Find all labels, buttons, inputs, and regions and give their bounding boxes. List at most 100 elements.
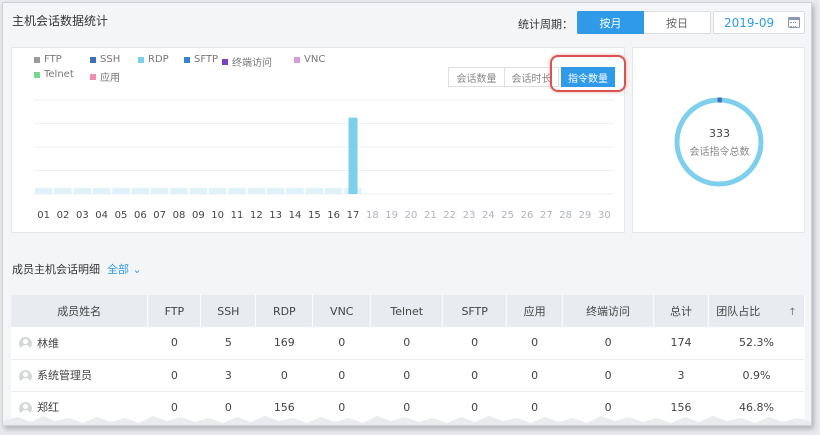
ring-total-value: 333 — [709, 127, 730, 140]
x-tick-label: 03 — [76, 210, 89, 221]
avatar-icon — [19, 337, 32, 351]
table-cell: 169 — [255, 327, 313, 360]
table-cell: 3 — [200, 359, 256, 392]
x-tick-label: 09 — [192, 210, 205, 221]
table-header-row: 成员姓名 FTP SSH RDP VNC Telnet SFTP 应用 终端访问… — [11, 295, 806, 327]
chart-panel: FTP SSH RDP SFTP 终端访问 VNC Telnet 应用 会话数量 会话时长 指… — [11, 47, 626, 233]
col-ftp: FTP — [147, 295, 202, 327]
x-tick-label: 10 — [211, 210, 224, 221]
table-cell: 0 — [370, 359, 443, 392]
col-team-ratio-label: 团队占比 — [716, 305, 761, 318]
total-ring-chart — [674, 97, 764, 187]
bar-base-16 — [325, 188, 343, 194]
member-name-cell: 林维 — [11, 327, 148, 360]
table-cell: 0 — [370, 327, 443, 360]
page-title: 主机会话数据统计 — [12, 14, 109, 28]
ring-total-label: 会话指令总数 — [689, 147, 750, 158]
member-name-cell: 系统管理员 — [11, 359, 148, 392]
app-window: 主机会话数据统计 统计周期： 按月 按日 2019-09 FTP SSH RDP SF… — [2, 2, 812, 426]
table-cell: 0 — [506, 359, 563, 392]
table-cell: 0.9% — [708, 359, 805, 392]
table-cell: 0 — [442, 359, 507, 392]
month-picker[interactable]: 2019-09 — [713, 11, 805, 34]
member-name: 系统管理员 — [37, 369, 92, 382]
member-session-table: 成员姓名 FTP SSH RDP VNC Telnet SFTP 应用 终端访问… — [11, 295, 806, 424]
x-tick-label: 16 — [327, 210, 340, 221]
x-tick-label: 29 — [579, 210, 592, 221]
table-cell: 0 — [312, 359, 371, 392]
bar-base-12 — [247, 188, 265, 194]
table-cell: 0 — [442, 327, 507, 360]
x-tick-label: 04 — [95, 210, 108, 221]
bar-base-05 — [112, 188, 130, 194]
x-tick-label: 06 — [134, 210, 147, 221]
ring-panel: 333 会话指令总数 — [632, 47, 805, 233]
bar-17[interactable] — [348, 117, 358, 194]
period-label: 统计周期： — [518, 18, 573, 31]
table-cell: 0 — [562, 359, 654, 392]
x-tick-label: 22 — [443, 210, 456, 221]
bar-base-04 — [93, 188, 111, 194]
table-cell: 0 — [255, 359, 313, 392]
table-cell: 0 — [506, 327, 563, 360]
x-tick-label: 20 — [405, 210, 418, 221]
table-cell: 52.3% — [708, 327, 805, 360]
bar-base-09 — [189, 188, 207, 194]
bar-base-08 — [170, 188, 188, 194]
bar-base-13 — [267, 188, 285, 194]
bar-base-02 — [54, 188, 72, 194]
sort-arrow-icon[interactable]: ↑ — [788, 307, 796, 318]
table-row[interactable]: 林维 0 5 169 0 0 0 0 0 174 52.3% — [11, 327, 805, 360]
x-tick-label: 19 — [385, 210, 398, 221]
col-vnc: VNC — [312, 295, 372, 327]
calendar-icon[interactable] — [788, 17, 800, 28]
member-name: 林维 — [37, 336, 59, 350]
torn-edge — [3, 416, 811, 425]
x-tick-label: 25 — [501, 210, 514, 221]
bar-base-11 — [228, 188, 246, 194]
table-cell: 0 — [147, 327, 201, 360]
table-cell: 0 — [147, 359, 201, 392]
x-tick-label: 26 — [521, 210, 534, 221]
x-tick-label: 28 — [559, 210, 572, 221]
ring-main-segment[interactable] — [674, 97, 764, 187]
x-tick-label: 07 — [153, 210, 166, 221]
bar-base-07 — [151, 188, 169, 194]
col-total: 总计 — [653, 295, 709, 327]
by-day-toggle[interactable]: 按日 — [644, 11, 711, 34]
x-tick-label: 12 — [250, 210, 263, 221]
col-telnet: Telnet — [370, 295, 444, 327]
table-cell: 3 — [653, 359, 709, 392]
bar-base-10 — [209, 188, 227, 194]
table-cell: 174 — [653, 327, 709, 360]
avatar-icon — [19, 369, 32, 383]
x-tick-label: 30 — [598, 210, 611, 221]
daily-bar-chart: 01 02 03 04 05 06 07 08 09 10 11 12 13 14 15 16 17 18 19 20… — [34, 99, 614, 221]
x-tick-label: 27 — [540, 210, 553, 221]
x-tick-label: 02 — [57, 210, 70, 221]
x-tick-label: 17 — [347, 210, 360, 221]
col-terminal: 终端访问 — [562, 295, 655, 327]
x-tick-label: 13 — [269, 210, 282, 221]
x-tick-label: 15 — [308, 210, 321, 221]
x-tick-label: 14 — [289, 210, 302, 221]
col-app: 应用 — [506, 295, 564, 327]
member-filter-dropdown[interactable]: 全部 ⌄ — [107, 261, 142, 277]
x-tick-label: 18 — [366, 210, 379, 221]
x-tick-label: 11 — [231, 210, 244, 221]
x-tick-label: 21 — [424, 210, 437, 221]
x-tick-label: 23 — [463, 210, 476, 221]
x-tick-label: 05 — [115, 210, 128, 221]
col-member-name: 成员姓名 — [11, 295, 149, 327]
bar-base-01 — [35, 188, 53, 194]
by-month-toggle[interactable]: 按月 — [577, 11, 644, 34]
col-sftp: SFTP — [442, 295, 508, 327]
col-rdp: RDP — [255, 295, 314, 327]
bar-base-15 — [305, 188, 323, 194]
table-cell: 0 — [312, 327, 371, 360]
col-ssh: SSH — [200, 295, 257, 327]
bar-base-06 — [131, 188, 149, 194]
table-row[interactable]: 系统管理员 0 3 0 0 0 0 0 0 3 0.9% — [11, 359, 805, 392]
member-section-title: 成员主机会话明细 — [12, 263, 100, 276]
col-team-ratio[interactable]: 团队占比 ↑ — [708, 295, 806, 327]
